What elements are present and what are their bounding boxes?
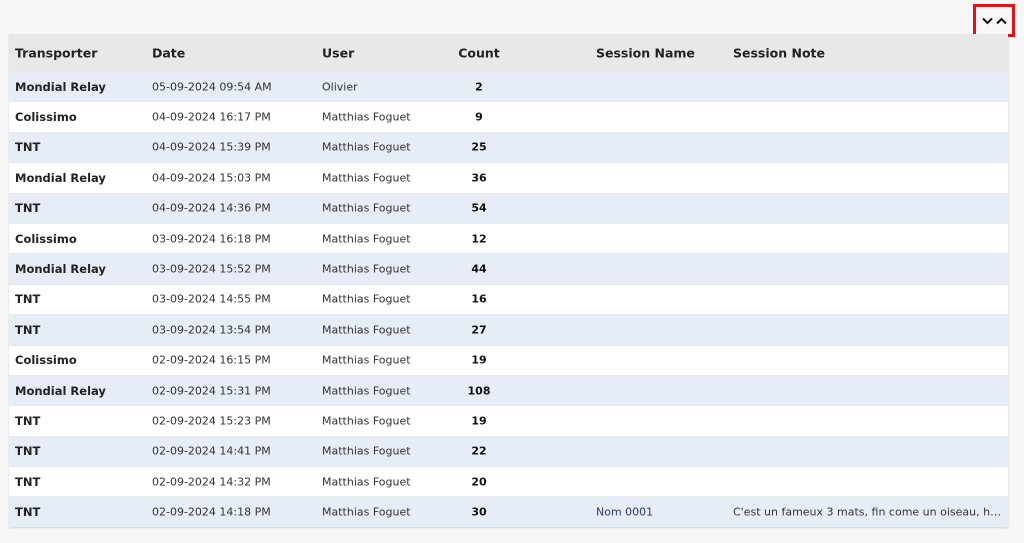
table-row[interactable]: Mondial Relay 05-09-2024 09:54 AM Olivier 2 (9, 71, 1008, 102)
cell-user: Matthias Foguet (322, 232, 411, 246)
table-row[interactable]: Mondial Relay 04-09-2024 15:03 PM Matthias… (9, 162, 1008, 192)
cell-transporter: Mondial Relay (15, 170, 106, 185)
cell-date: 04-09-2024 15:39 PM (152, 140, 271, 154)
table-row[interactable]: Colissimo 04-09-2024 16:17 PM Matthias Fog… (9, 101, 1008, 131)
cell-transporter: Mondial Relay (15, 79, 106, 94)
cell-transporter: TNT (15, 505, 41, 520)
table-row[interactable]: TNT 03-09-2024 13:54 PM Matthias Foguet 27 (9, 314, 1008, 345)
cell-date: 05-09-2024 09:54 AM (152, 80, 272, 94)
cell-user: Matthias Foguet (322, 262, 411, 276)
cell-transporter: TNT (15, 444, 41, 459)
cell-date: 03-09-2024 13:54 PM (152, 323, 271, 337)
cell-count: 9 (475, 110, 483, 124)
cell-date: 04-09-2024 15:03 PM (152, 171, 271, 185)
cell-session-name: Nom 0001 (596, 505, 654, 519)
table-row[interactable]: TNT 02-09-2024 15:23 PM Matthias Foguet 19 (9, 405, 1008, 435)
cell-date: 02-09-2024 15:31 PM (152, 384, 271, 398)
cell-date: 02-09-2024 16:15 PM (152, 353, 271, 367)
column-header-transporter[interactable]: Transporter (15, 45, 97, 60)
cell-user: Matthias Foguet (322, 110, 411, 124)
cell-user: Matthias Foguet (322, 384, 411, 398)
table-row[interactable]: TNT 04-09-2024 14:36 PM Matthias Foguet 54 (9, 192, 1008, 223)
cell-count: 25 (471, 140, 487, 154)
cell-user: Matthias Foguet (322, 292, 411, 306)
column-header-count[interactable]: Count (449, 45, 509, 60)
cell-count: 30 (471, 505, 487, 519)
cell-date: 04-09-2024 16:17 PM (152, 110, 271, 124)
cell-count: 19 (471, 414, 487, 428)
cell-user: Matthias Foguet (322, 140, 411, 154)
table-row[interactable]: TNT 02-09-2024 14:32 PM Matthias Foguet 20 (9, 466, 1008, 496)
table-row[interactable]: Colissimo 02-09-2024 16:15 PM Matthias Fog… (9, 344, 1008, 375)
sessions-table: Transporter Date User Count Session Name Sess… (9, 34, 1008, 527)
cell-transporter: TNT (15, 474, 41, 489)
table-row[interactable]: TNT 04-09-2024 15:39 PM Matthias Foguet 25 (9, 131, 1008, 163)
cell-user: Matthias Foguet (322, 475, 411, 489)
cell-count: 2 (475, 80, 483, 94)
cell-user: Matthias Foguet (322, 201, 411, 215)
cell-count: 27 (471, 323, 487, 337)
table-row[interactable]: Colissimo 03-09-2024 16:18 PM Matthias Fog… (9, 222, 1008, 253)
cell-date: 02-09-2024 14:41 PM (152, 444, 271, 458)
column-header-session-note[interactable]: Session Note (733, 45, 825, 60)
cell-date: 02-09-2024 14:32 PM (152, 475, 271, 489)
cell-count: 20 (471, 475, 487, 489)
table-row[interactable]: TNT 03-09-2024 14:55 PM Matthias Foguet 16 (9, 283, 1008, 314)
column-header-date[interactable]: Date (152, 45, 185, 60)
table-body: Mondial Relay 05-09-2024 09:54 AM Olivier 2… (9, 71, 1008, 527)
chevron-down-icon (981, 17, 993, 24)
cell-user: Matthias Foguet (322, 323, 411, 337)
column-header-user[interactable]: User (322, 45, 354, 60)
cell-date: 03-09-2024 15:52 PM (152, 262, 271, 276)
expand-collapse-toggle-button[interactable] (973, 4, 1015, 37)
cell-user: Olivier (322, 80, 358, 94)
cell-user: Matthias Foguet (322, 353, 411, 367)
cell-date: 02-09-2024 15:23 PM (152, 414, 271, 428)
cell-user: Matthias Foguet (322, 414, 411, 428)
cell-count: 44 (471, 262, 487, 276)
cell-date: 03-09-2024 16:18 PM (152, 232, 271, 246)
cell-count: 22 (471, 444, 487, 458)
cell-count: 36 (471, 171, 487, 185)
cell-user: Matthias Foguet (322, 505, 411, 519)
cell-user: Matthias Foguet (322, 171, 411, 185)
cell-user: Matthias Foguet (322, 444, 411, 458)
table-row[interactable]: Mondial Relay 02-09-2024 15:31 PM Matthias… (9, 374, 1008, 406)
cell-count: 108 (467, 384, 491, 398)
cell-transporter: Colissimo (15, 110, 77, 125)
cell-date: 03-09-2024 14:55 PM (152, 292, 271, 306)
cell-transporter: TNT (15, 292, 41, 307)
cell-count: 16 (471, 292, 487, 306)
cell-transporter: Mondial Relay (15, 383, 106, 398)
cell-transporter: TNT (15, 201, 41, 216)
cell-transporter: TNT (15, 140, 41, 155)
table-header: Transporter Date User Count Session Name Sess… (9, 34, 1008, 71)
column-header-session-name[interactable]: Session Name (596, 45, 695, 60)
cell-transporter: Mondial Relay (15, 262, 106, 277)
cell-count: 12 (471, 232, 487, 246)
cell-transporter: TNT (15, 413, 41, 428)
table-row[interactable]: Mondial Relay 03-09-2024 15:52 PM Matthias… (9, 253, 1008, 284)
cell-count: 19 (471, 353, 487, 367)
cell-transporter: TNT (15, 322, 41, 337)
table-row[interactable]: TNT 02-09-2024 14:41 PM Matthias Foguet 22 (9, 435, 1008, 467)
cell-transporter: Colissimo (15, 353, 77, 368)
table-row[interactable]: TNT 02-09-2024 14:18 PM Matthias Foguet 30 N… (9, 496, 1008, 527)
cell-date: 04-09-2024 14:36 PM (152, 201, 271, 215)
cell-count: 54 (471, 201, 487, 215)
chevron-up-icon (995, 17, 1007, 24)
cell-session-note: C'est un fameux 3 mats, fin come un oise… (733, 505, 1003, 519)
cell-transporter: Colissimo (15, 231, 77, 246)
cell-date: 02-09-2024 14:18 PM (152, 505, 271, 519)
